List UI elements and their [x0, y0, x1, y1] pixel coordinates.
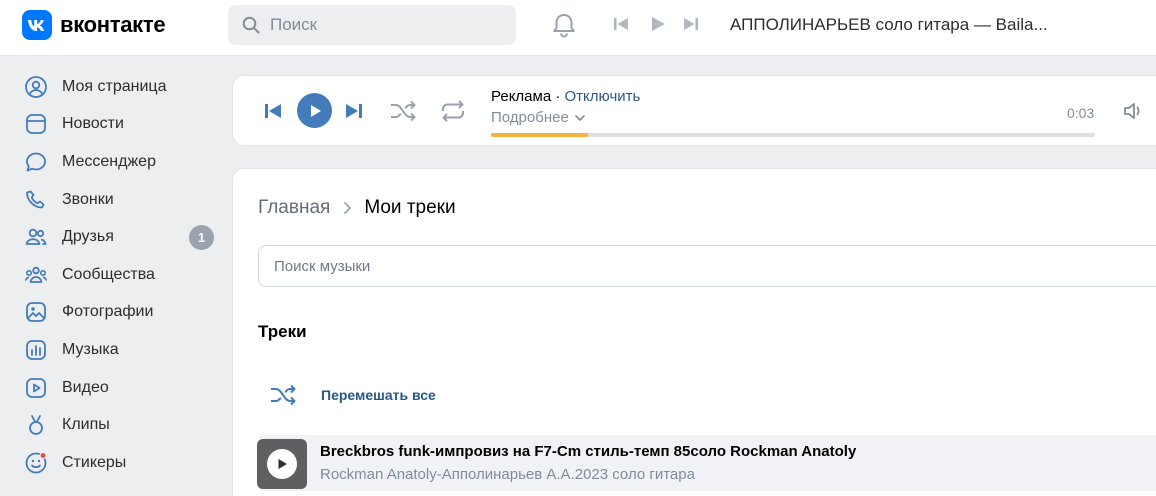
sidebar-item-communities[interactable]: Сообщества — [0, 256, 220, 294]
music-search-input[interactable]: Поиск музыки — [258, 245, 1156, 287]
friends-count-badge: 1 — [189, 225, 214, 251]
photos-icon — [24, 300, 48, 324]
news-icon — [24, 112, 48, 136]
global-search-input[interactable]: Поиск — [228, 5, 516, 45]
track-cover-play-button[interactable] — [257, 439, 307, 489]
music-icon — [24, 338, 48, 362]
header-next-icon[interactable] — [682, 15, 700, 38]
logo-text: вконтакте — [60, 12, 166, 37]
shuffle-icon[interactable] — [389, 99, 417, 128]
playback-progress-fill — [491, 133, 588, 137]
video-icon — [24, 376, 48, 400]
sidebar-item-my-page[interactable]: Моя страница — [0, 68, 220, 106]
sidebar-item-clips[interactable]: Клипы — [0, 406, 220, 444]
play-icon — [267, 449, 297, 479]
phone-icon — [24, 188, 48, 212]
shuffle-all-label: Перемешать все — [321, 387, 436, 403]
top-header: вконтакте Поиск АППОЛИНАРЬЕВ соло гитара… — [0, 0, 1156, 56]
sidebar-item-music[interactable]: Музыка — [0, 331, 220, 369]
clips-icon — [24, 413, 48, 437]
track-row[interactable]: Breckbros funk-импровиз на F7-Cm стиль-т… — [257, 435, 1156, 491]
chevron-down-icon — [574, 114, 585, 121]
more-details-toggle[interactable]: Подробнее — [491, 109, 587, 126]
left-sidebar: Моя страница Новости Мессенджер Звонки Д… — [0, 68, 220, 482]
sidebar-item-label: Мессенджер — [62, 152, 156, 170]
sidebar-item-photos[interactable]: Фотографии — [0, 294, 220, 332]
header-play-icon[interactable] — [649, 15, 667, 38]
next-track-icon[interactable] — [344, 101, 364, 126]
chevron-right-icon — [342, 201, 352, 215]
track-artist[interactable]: Rockman Anatoly-Апполинарьев А.А.2023 со… — [320, 466, 695, 483]
friends-icon — [24, 225, 48, 249]
breadcrumb-current: Мои треки — [364, 197, 456, 218]
disable-ad-link[interactable]: Отключить — [565, 88, 641, 105]
shuffle-all-button[interactable]: Перемешать все — [258, 383, 436, 407]
sidebar-item-calls[interactable]: Звонки — [0, 181, 220, 219]
sidebar-item-label: Стикеры — [62, 453, 127, 471]
search-placeholder: Поиск — [270, 15, 318, 34]
sidebar-item-news[interactable]: Новости — [0, 106, 220, 144]
user-circle-icon — [24, 75, 48, 99]
vk-logo[interactable]: вконтакте — [22, 10, 166, 40]
more-details-label: Подробнее — [491, 109, 569, 126]
sidebar-item-label: Клипы — [62, 416, 110, 434]
sidebar-item-video[interactable]: Видео — [0, 369, 220, 407]
shuffle-icon — [271, 384, 296, 406]
sidebar-item-label: Фотографии — [62, 303, 154, 321]
sidebar-item-label: Видео — [62, 378, 109, 396]
music-search-placeholder: Поиск музыки — [274, 257, 371, 275]
audio-player: Реклама · Отключить Подробнее 0:03 — [232, 75, 1156, 146]
play-button[interactable] — [297, 93, 332, 128]
breadcrumb: Главная Мои треки — [258, 197, 456, 219]
vk-logo-icon — [22, 10, 52, 40]
communities-icon — [24, 263, 48, 287]
search-icon — [242, 16, 260, 34]
breadcrumb-home[interactable]: Главная — [258, 197, 330, 219]
playback-time: 0:03 — [1067, 105, 1095, 121]
volume-icon[interactable] — [1123, 101, 1145, 126]
ad-text: Реклама · — [491, 88, 565, 105]
header-now-playing[interactable]: АППОЛИНАРЬЕВ соло гитара — Baila... — [730, 15, 1048, 35]
repeat-icon[interactable] — [439, 99, 467, 128]
playback-progress-bar[interactable] — [491, 133, 1095, 137]
sidebar-item-messenger[interactable]: Мессенджер — [0, 143, 220, 181]
notifications-bell-icon[interactable] — [550, 11, 578, 44]
play-icon — [310, 104, 321, 117]
sidebar-item-label: Звонки — [62, 190, 114, 208]
stickers-icon — [24, 451, 48, 475]
prev-track-icon[interactable] — [263, 101, 283, 126]
sidebar-item-label: Музыка — [62, 340, 119, 358]
header-prev-icon[interactable] — [612, 15, 630, 38]
track-title[interactable]: Breckbros funk-импровиз на F7-Cm стиль-т… — [320, 443, 856, 460]
sidebar-item-label: Новости — [62, 115, 124, 133]
sidebar-item-label: Сообщества — [62, 265, 155, 283]
sidebar-item-label: Друзья — [62, 228, 114, 246]
music-main-panel: Главная Мои треки Поиск музыки Треки Пер… — [232, 168, 1156, 496]
section-title: Треки — [258, 322, 307, 341]
ad-label: Реклама · Отключить — [491, 88, 640, 105]
sidebar-item-label: Моя страница — [62, 77, 167, 95]
sidebar-item-stickers[interactable]: Стикеры — [0, 444, 220, 482]
sidebar-item-friends[interactable]: Друзья 1 — [0, 218, 220, 256]
message-icon — [24, 150, 48, 174]
